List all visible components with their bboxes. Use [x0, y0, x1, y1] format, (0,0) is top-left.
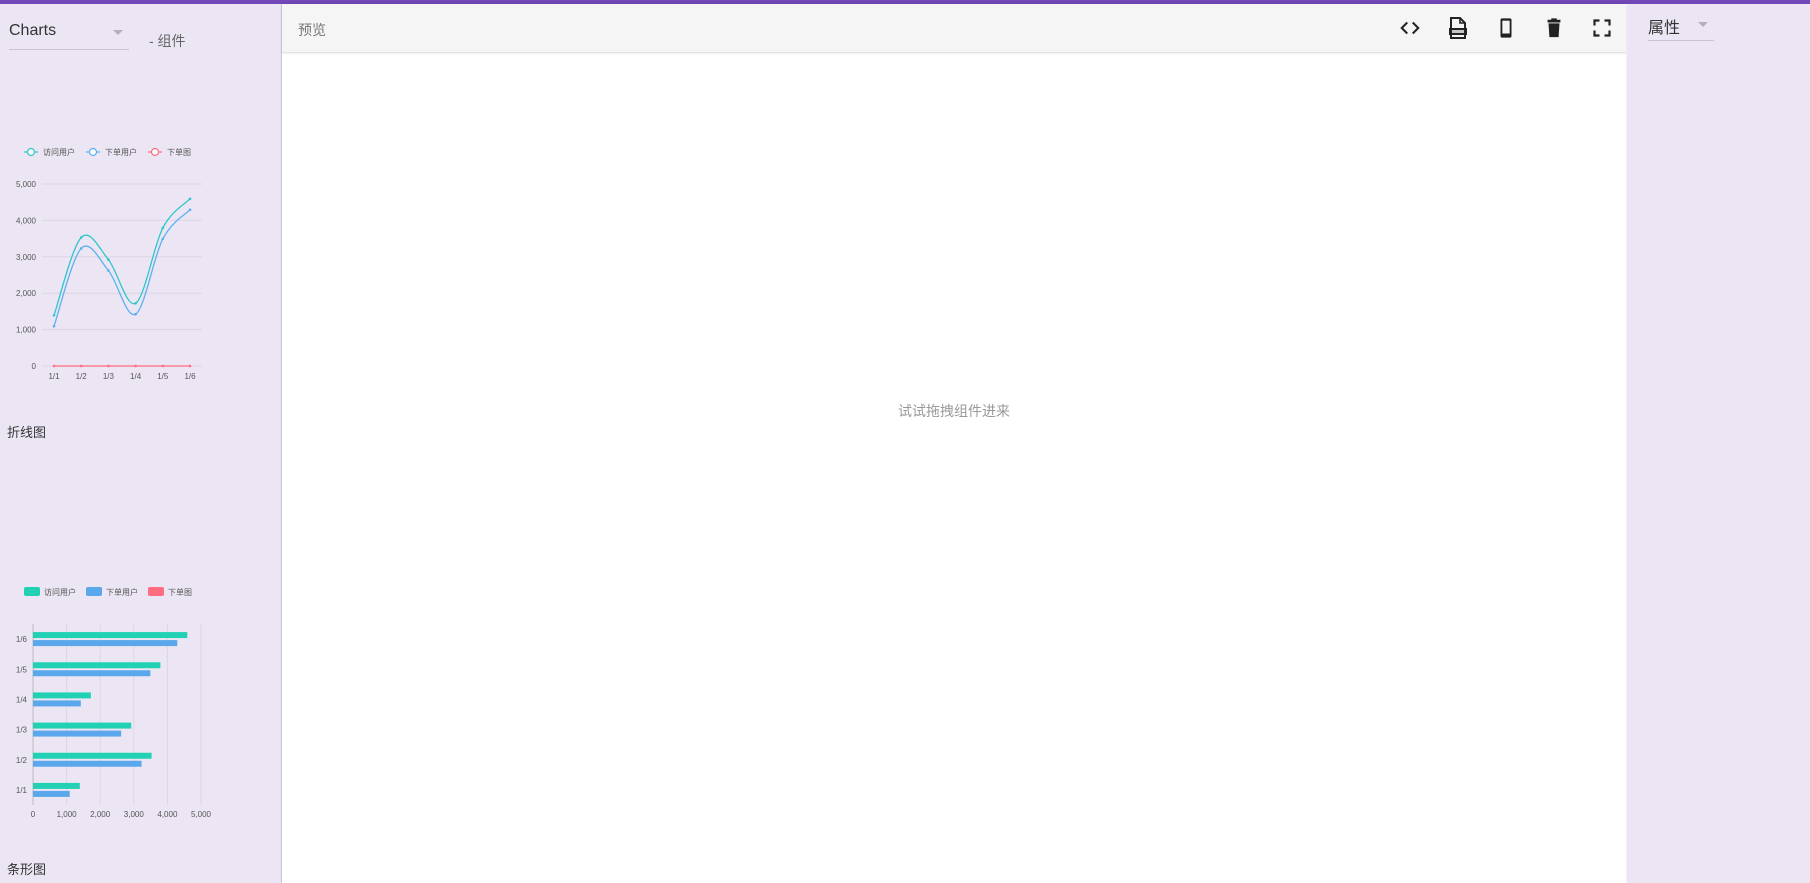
line-chart: 访问用户 下单用户 下单图 0 1,000 2,000 3,000 4,000 5,000 1/1… — [16, 147, 202, 381]
fullscreen-icon — [1593, 19, 1611, 37]
bar-chart-caption: 条形图 — [7, 862, 47, 877]
csv-file-icon — [1449, 17, 1467, 39]
y-tick-label: 0 — [32, 362, 37, 371]
x-tick-label: 4,000 — [157, 810, 178, 819]
empty-drop-hint: 试试拖拽组件进来 — [898, 403, 1010, 419]
x-tick-label: 0 — [31, 810, 36, 819]
x-tick-label: 3,000 — [124, 810, 145, 819]
component-category-select[interactable]: Charts — [9, 22, 129, 50]
left-panel: Charts - 组件 访问用户 下单用户 下单图 0 1,000 2,000 3,000 4… — [0, 4, 282, 883]
legend-marker — [150, 147, 160, 157]
data-point — [188, 364, 192, 368]
legend-label: 下单图 — [167, 147, 191, 157]
legend-label: 下单图 — [168, 587, 192, 597]
preview-title: 预览 — [298, 22, 326, 38]
y-tick-label: 1/2 — [16, 756, 28, 765]
x-tick-label: 5,000 — [191, 810, 212, 819]
bar — [33, 692, 91, 699]
data-point — [79, 236, 83, 239]
legend-marker — [88, 147, 98, 157]
y-tick-label: 3,000 — [16, 253, 37, 262]
bar — [33, 722, 132, 729]
data-point — [52, 364, 56, 368]
data-point — [52, 313, 56, 317]
bar — [33, 752, 152, 759]
bar — [33, 760, 142, 767]
data-point — [107, 364, 110, 368]
y-tick-label: 1,000 — [16, 326, 37, 335]
x-tick-label: 1/3 — [103, 372, 115, 381]
y-tick-label: 1/1 — [16, 786, 28, 795]
legend-swatch — [24, 587, 40, 596]
x-tick-label: 2,000 — [90, 810, 111, 819]
component-category-value: Charts — [9, 22, 57, 39]
x-tick-label: 1/4 — [130, 372, 142, 381]
fullscreen-button[interactable] — [1588, 14, 1616, 42]
bar — [33, 632, 188, 639]
legend-label: 下单用户 — [105, 147, 137, 157]
y-tick-label: 1/4 — [16, 695, 28, 704]
code-icon — [1400, 21, 1420, 35]
component-subtitle: - 组件 — [149, 33, 186, 49]
bar — [33, 662, 161, 669]
data-point — [79, 364, 83, 368]
x-tick-label: 1/1 — [48, 372, 60, 381]
mobile-icon — [1500, 18, 1512, 38]
data-point — [188, 208, 192, 212]
bar — [33, 700, 81, 707]
properties-select-value: 属性 — [1648, 20, 1681, 37]
export-csv-button[interactable] — [1444, 14, 1472, 42]
data-point — [107, 258, 110, 261]
y-tick-label: 5,000 — [16, 180, 37, 189]
data-point — [52, 324, 56, 328]
properties-panel: 属性 — [1627, 4, 1810, 883]
code-button[interactable] — [1396, 14, 1424, 42]
preview-toolbar: 预览 — [282, 4, 1626, 53]
legend-label: 下单用户 — [106, 587, 138, 597]
bar — [33, 782, 80, 789]
series-line — [53, 209, 191, 327]
x-tick-label: 1/6 — [184, 372, 196, 381]
data-point — [161, 237, 165, 241]
legend-swatch — [148, 587, 164, 596]
legend-marker — [26, 147, 36, 157]
chevron-down-icon — [1698, 22, 1708, 27]
delete-icon — [1547, 18, 1561, 38]
line-chart-card[interactable]: 访问用户 下单用户 下单图 0 1,000 2,000 3,000 4,000 5,000 1/1… — [0, 134, 220, 394]
mobile-preview-button[interactable] — [1492, 14, 1520, 42]
data-point — [134, 312, 137, 316]
data-point — [161, 364, 165, 368]
bar — [33, 790, 70, 797]
chevron-down-icon — [113, 30, 123, 35]
legend-label: 访问用户 — [43, 147, 75, 157]
preview-area: 预览 试试拖拽组件进来 — [282, 4, 1626, 883]
delete-button[interactable] — [1540, 14, 1568, 42]
y-tick-label: 1/6 — [16, 635, 28, 644]
bar-chart-card[interactable]: 访问用户 下单用户 下单图 0 1,000 2,000 3,000 4,000 5,000 1/1… — [0, 574, 220, 834]
bar — [33, 670, 151, 677]
y-tick-label: 2,000 — [16, 289, 37, 298]
line-chart-caption: 折线图 — [7, 425, 47, 440]
x-tick-label: 1/5 — [157, 372, 169, 381]
legend-swatch — [86, 587, 102, 596]
bar-chart: 访问用户 下单用户 下单图 0 1,000 2,000 3,000 4,000 5,000 1/1… — [16, 587, 212, 819]
y-tick-label: 4,000 — [16, 216, 37, 225]
properties-select[interactable]: 属性 — [1648, 14, 1714, 41]
data-point — [107, 269, 110, 272]
legend-label: 访问用户 — [44, 587, 76, 597]
data-point — [79, 247, 83, 250]
y-tick-label: 1/5 — [16, 665, 28, 674]
x-tick-label: 1,000 — [57, 810, 78, 819]
bar — [33, 640, 178, 647]
data-point — [134, 301, 137, 305]
data-point — [161, 226, 165, 230]
bar — [33, 730, 122, 737]
x-tick-label: 1/2 — [76, 372, 88, 381]
data-point — [134, 364, 137, 368]
y-tick-label: 1/3 — [16, 726, 28, 735]
data-point — [188, 197, 192, 201]
